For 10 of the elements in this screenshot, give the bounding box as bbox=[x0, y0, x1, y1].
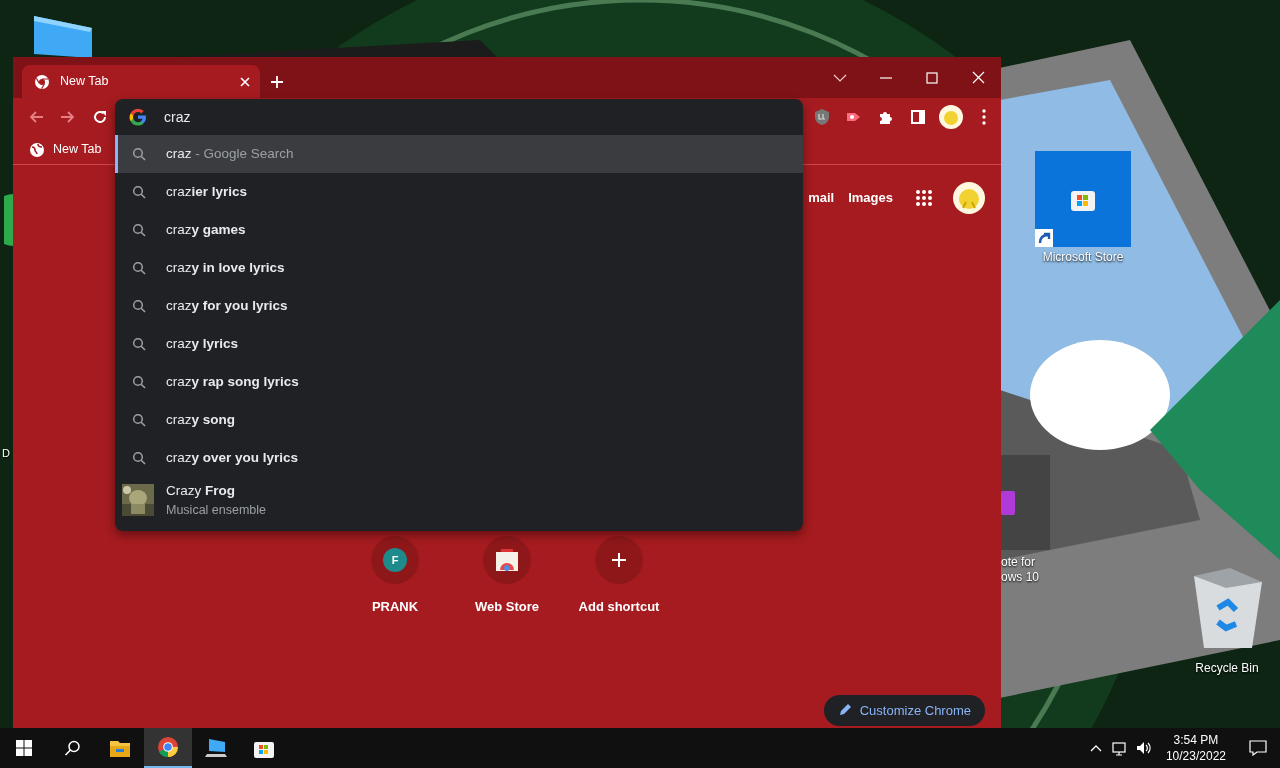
volume-icon[interactable] bbox=[1135, 740, 1152, 756]
notification-icon[interactable] bbox=[1249, 740, 1267, 756]
windows-logo-icon bbox=[16, 740, 32, 756]
clock[interactable]: 3:54 PM 10/23/2022 bbox=[1155, 732, 1236, 764]
computer-icon bbox=[205, 737, 227, 759]
search-icon bbox=[64, 740, 80, 756]
taskbar-button[interactable] bbox=[144, 728, 192, 768]
browser-logo-icon bbox=[157, 736, 179, 758]
chevron-up-icon[interactable] bbox=[1089, 743, 1102, 753]
network-icon[interactable] bbox=[1111, 740, 1128, 756]
